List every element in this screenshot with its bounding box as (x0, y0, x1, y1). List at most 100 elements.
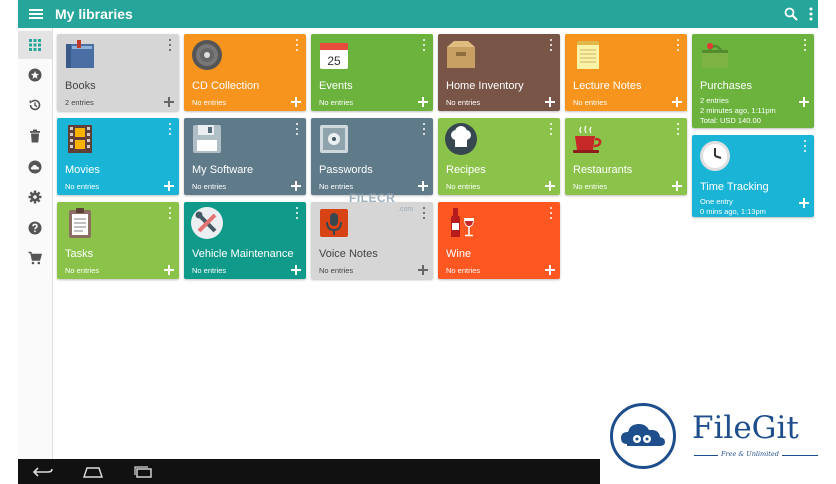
film-icon (68, 125, 92, 153)
tile-menu-button[interactable] (421, 122, 427, 136)
tile-entries: No entries (319, 98, 354, 107)
library-tile-vehicle-maintenance[interactable]: Vehicle Maintenance No entries (184, 202, 306, 279)
search-icon[interactable] (784, 7, 798, 21)
tile-menu-button[interactable] (167, 206, 173, 220)
library-tile-restaurants[interactable]: Restaurants No entries (565, 118, 687, 195)
tile-title: Restaurants (573, 164, 633, 176)
library-tile-passwords[interactable]: Passwords No entries (311, 118, 433, 195)
sidebar-item-settings[interactable] (18, 183, 52, 211)
add-entry-button[interactable] (290, 264, 302, 276)
library-tile-lecture-notes[interactable]: Lecture Notes No entries (565, 34, 687, 111)
add-entry-button[interactable] (798, 197, 810, 209)
tile-menu-button[interactable] (802, 38, 808, 52)
library-tile-movies[interactable]: Movies No entries (57, 118, 179, 195)
library-tile-my-software[interactable]: My Software No entries (184, 118, 306, 195)
add-entry-button[interactable] (671, 96, 683, 108)
tile-menu-button[interactable] (548, 122, 554, 136)
sidebar-item-cloud[interactable] (18, 153, 52, 181)
home-button[interactable] (68, 459, 118, 484)
sidebar-item-help[interactable] (18, 214, 52, 242)
grid-icon (29, 39, 41, 51)
add-entry-button[interactable] (417, 264, 429, 276)
tile-title: Events (319, 80, 353, 92)
back-button[interactable] (18, 459, 68, 484)
tile-menu-button[interactable] (294, 122, 300, 136)
tile-menu-button[interactable] (167, 122, 173, 136)
tile-title: Voice Notes (319, 248, 378, 260)
add-entry-button[interactable] (163, 264, 175, 276)
add-entry-button[interactable] (290, 180, 302, 192)
library-tile-books[interactable]: Books 2 entries (57, 34, 179, 111)
add-entry-button[interactable] (798, 96, 810, 108)
tile-entries: No entries (446, 98, 481, 107)
sidebar-item-grid[interactable] (18, 31, 52, 59)
tile-menu-button[interactable] (167, 38, 173, 52)
tile-menu-button[interactable] (421, 206, 427, 220)
recents-icon (134, 465, 152, 478)
add-entry-button[interactable] (417, 96, 429, 108)
add-entry-button[interactable] (544, 180, 556, 192)
filegit-name: FileGit (692, 410, 799, 446)
tile-entries: No entries (573, 98, 608, 107)
add-entry-button[interactable] (163, 180, 175, 192)
library-tile-events[interactable]: 25 Events No entries (311, 34, 433, 111)
menu-button[interactable] (18, 0, 54, 28)
tile-menu-button[interactable] (548, 206, 554, 220)
add-entry-button[interactable] (544, 96, 556, 108)
library-tile-voice-notes[interactable]: Voice Notes No entries (311, 202, 433, 279)
tile-title: My Software (192, 164, 254, 176)
calendar-date-text: 25 (327, 54, 341, 68)
tile-entries: No entries (446, 266, 481, 275)
library-tile-cd-collection[interactable]: CD Collection No entries (184, 34, 306, 111)
tile-menu-button[interactable] (294, 38, 300, 52)
tile-title: Movies (65, 164, 100, 176)
tile-title: Wine (446, 248, 472, 260)
library-tile-purchases[interactable]: Purchases 2 entries 2 minutes ago, 1:11p… (692, 34, 814, 128)
library-tile-home-inventory[interactable]: Home Inventory No entries (438, 34, 560, 111)
add-entry-button[interactable] (671, 180, 683, 192)
tile-title: Vehicle Maintenance (192, 248, 294, 260)
star-icon (28, 68, 42, 82)
library-tile-recipes[interactable]: Recipes No entries (438, 118, 560, 195)
add-entry-button[interactable] (163, 96, 175, 108)
tile-menu-button[interactable] (294, 206, 300, 220)
menu-icon (29, 9, 43, 19)
tile-menu-button[interactable] (802, 139, 808, 153)
notepad-icon (577, 41, 599, 69)
history-icon (29, 99, 41, 111)
add-entry-button[interactable] (290, 96, 302, 108)
library-tile-wine[interactable]: Wine No entries (438, 202, 560, 279)
basket-icon (702, 43, 728, 68)
tile-menu-button[interactable] (421, 38, 427, 52)
sidebar-item-history[interactable] (18, 91, 52, 119)
library-tile-time-tracking[interactable]: Time Tracking One entry 0 mins ago, 1:13… (692, 135, 814, 217)
recents-button[interactable] (118, 459, 168, 484)
cloud-icon (28, 160, 42, 174)
box-icon (447, 41, 475, 68)
gear-icon (28, 190, 42, 204)
app-bar: My libraries (18, 0, 818, 28)
filegit-logo (610, 403, 676, 469)
tile-menu-button[interactable] (675, 122, 681, 136)
tile-title: Time Tracking (700, 181, 769, 193)
trash-icon (30, 129, 40, 143)
add-entry-button[interactable] (417, 180, 429, 192)
tile-title: Passwords (319, 164, 373, 176)
back-icon (32, 466, 53, 477)
add-entry-button[interactable] (544, 264, 556, 276)
tile-entries: 2 entries (700, 96, 729, 105)
sidebar-item-shop[interactable] (18, 244, 52, 272)
home-icon (83, 466, 103, 478)
library-tile-tasks[interactable]: Tasks No entries (57, 202, 179, 279)
chef-hat-icon (445, 123, 477, 155)
safe-icon (320, 125, 348, 153)
coffee-cup-icon (573, 125, 602, 153)
help-icon (28, 221, 42, 235)
sidebar-item-trash[interactable] (18, 122, 52, 150)
tile-entries: No entries (573, 182, 608, 191)
sidebar-item-favorites[interactable] (18, 61, 52, 89)
more-vert-icon[interactable] (808, 7, 814, 21)
calendar-icon: 25 (320, 43, 348, 69)
tile-menu-button[interactable] (548, 38, 554, 52)
tile-menu-button[interactable] (675, 38, 681, 52)
